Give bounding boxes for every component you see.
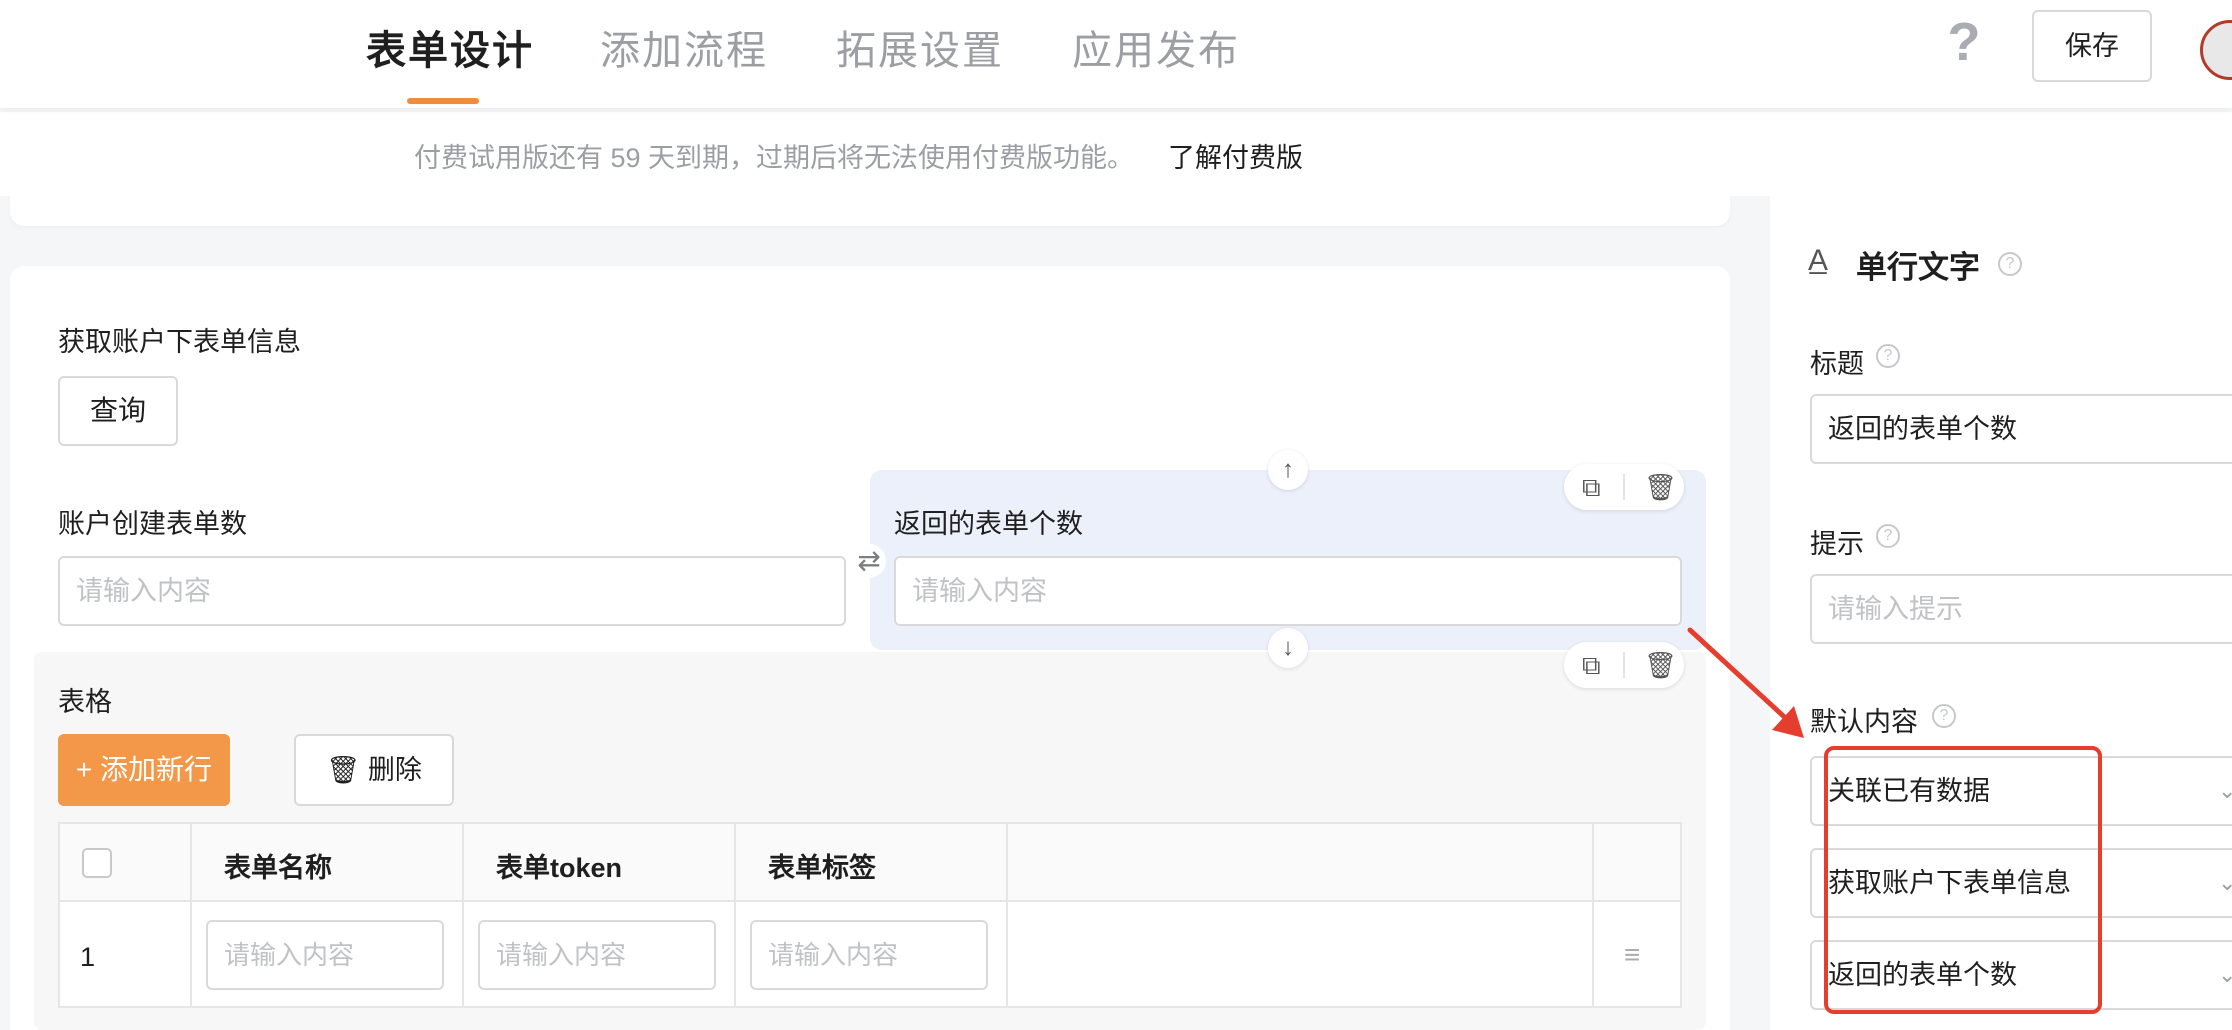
select-all-checkbox[interactable] xyxy=(82,848,112,878)
save-button[interactable]: 保存 xyxy=(2032,10,2152,82)
learn-paid-version-link[interactable]: 了解付费版 xyxy=(1168,136,1303,175)
top-nav-bar: 表单设计 添加流程 拓展设置 应用发布 ? 保存 xyxy=(0,0,2232,108)
tab-extension-settings[interactable]: 拓展设置 xyxy=(836,18,1004,76)
help-icon[interactable]: ? xyxy=(1876,344,1900,368)
table-cell-input[interactable]: 请输入内容 xyxy=(750,920,988,990)
table-cell-input[interactable]: 请输入内容 xyxy=(478,920,716,990)
properties-title: 单行文字 xyxy=(1856,250,1980,285)
title-label: 标题 xyxy=(1810,349,1864,379)
delete-row-button[interactable]: 🗑︎ 删除 xyxy=(294,734,454,806)
column-header: 表单token xyxy=(496,853,623,883)
hint-label: 提示 xyxy=(1810,529,1864,559)
query-button[interactable]: 查询 xyxy=(58,376,178,446)
column-header: 表单标签 xyxy=(768,853,876,883)
table-action-pill: ⧉ 🗑︎ xyxy=(1564,642,1684,688)
question-mark-icon[interactable]: ? xyxy=(1944,14,1984,70)
data-table: 表单名称 表单token 表单标签 1 请输入内容 请输入内容 请输入内容 ≡ xyxy=(58,822,1682,1008)
default-content-label: 默认内容 xyxy=(1810,707,1918,737)
account-form-count-label: 账户创建表单数 xyxy=(58,509,247,539)
copy-icon[interactable]: ⧉ xyxy=(1582,472,1601,502)
fetch-section-label: 获取账户下表单信息 xyxy=(58,327,301,357)
text-field-icon: A̲ xyxy=(1808,244,1829,277)
trial-notice-text: 付费试用版还有 59 天到期，过期后将无法使用付费版功能。 xyxy=(414,143,1135,173)
chevron-down-icon: ⌄ xyxy=(2218,778,2232,803)
title-input[interactable]: 返回的表单个数 xyxy=(1810,394,2232,464)
trash-icon[interactable]: 🗑︎ xyxy=(1644,650,1677,680)
chevron-down-icon: ⌄ xyxy=(2218,962,2232,987)
add-row-button[interactable]: + 添加新行 xyxy=(58,734,230,806)
returned-form-count-input[interactable]: 请输入内容 xyxy=(894,556,1682,626)
avatar[interactable] xyxy=(2200,20,2232,80)
move-up-icon[interactable]: ↑ xyxy=(1268,450,1308,490)
move-down-icon[interactable]: ↓ xyxy=(1268,628,1308,668)
trash-icon[interactable]: 🗑︎ xyxy=(1644,472,1677,502)
tab-form-design[interactable]: 表单设计 xyxy=(366,18,534,76)
column-header: 表单名称 xyxy=(224,853,332,883)
trash-icon: 🗑︎ xyxy=(326,755,361,785)
row-index: 1 xyxy=(80,942,96,972)
hint-input[interactable]: 请输入提示 xyxy=(1810,574,2232,644)
delete-label: 删除 xyxy=(367,755,422,785)
copy-icon[interactable]: ⧉ xyxy=(1582,650,1601,680)
table-cell-input[interactable]: 请输入内容 xyxy=(206,920,444,990)
trial-notice-bar: 付费试用版还有 59 天到期，过期后将无法使用付费版功能。 了解付费版 xyxy=(0,112,2232,196)
help-icon[interactable]: ? xyxy=(1932,704,1956,728)
account-form-count-input[interactable]: 请输入内容 xyxy=(58,556,846,626)
active-tab-indicator xyxy=(407,98,479,104)
row-settings-icon[interactable]: ≡ xyxy=(1624,940,1654,970)
annotation-highlight-box xyxy=(1824,746,2102,1014)
swap-icon[interactable]: ⇄ xyxy=(852,544,886,578)
help-icon[interactable]: ? xyxy=(1998,252,2022,276)
table-label: 表格 xyxy=(58,687,112,717)
help-icon[interactable]: ? xyxy=(1876,524,1900,548)
tab-app-publish[interactable]: 应用发布 xyxy=(1072,18,1240,76)
tab-add-process[interactable]: 添加流程 xyxy=(600,18,768,76)
field-action-pill: ⧉ 🗑︎ xyxy=(1564,464,1684,510)
chevron-down-icon: ⌄ xyxy=(2218,870,2232,895)
annotation-arrow-icon xyxy=(1687,627,1804,738)
returned-form-count-label: 返回的表单个数 xyxy=(894,509,1083,539)
